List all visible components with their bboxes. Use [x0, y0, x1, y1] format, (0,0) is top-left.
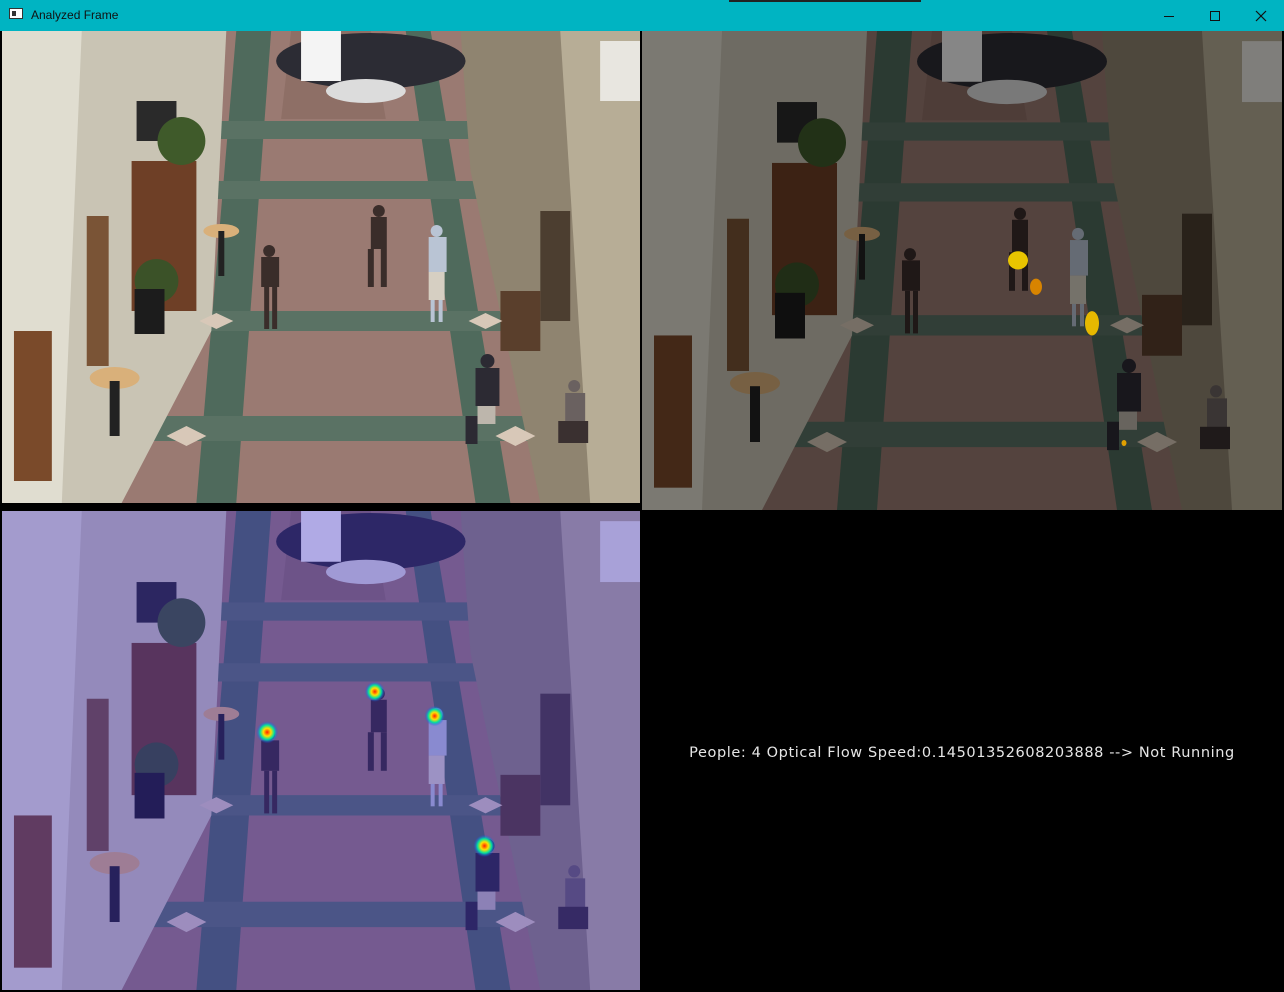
head-detection-1: [256, 721, 279, 744]
head-heatmap-panel: [2, 511, 640, 990]
window-title: Analyzed Frame: [31, 8, 119, 22]
close-icon: [1255, 10, 1267, 21]
head-detection-4: [473, 834, 496, 858]
status-panel: People: 4 Optical Flow Speed:0.145013526…: [642, 511, 1282, 990]
head-detection-3: [424, 705, 445, 727]
original-frame-panel: [2, 31, 640, 503]
app-window: Analyzed Frame People: 4 Optical Flow Sp…: [0, 0, 1284, 992]
title-bar[interactable]: Analyzed Frame: [0, 0, 1284, 31]
maximize-icon: [1210, 10, 1220, 21]
original-frame-image: [2, 31, 640, 503]
head-heatmap-image: [2, 511, 640, 990]
analysis-status-text: People: 4 Optical Flow Speed:0.145013526…: [689, 745, 1235, 761]
app-window-icon: [9, 8, 23, 19]
motion-overlay-panel: [642, 31, 1282, 510]
minimize-button[interactable]: [1146, 0, 1192, 31]
frame-grid: People: 4 Optical Flow Speed:0.145013526…: [0, 31, 1284, 992]
maximize-button[interactable]: [1192, 0, 1238, 31]
motion-overlay-image: [642, 31, 1282, 510]
head-detection-2: [364, 681, 385, 702]
minimize-icon: [1164, 15, 1174, 17]
close-button[interactable]: [1238, 0, 1284, 31]
title-bar-accent: [729, 0, 921, 2]
